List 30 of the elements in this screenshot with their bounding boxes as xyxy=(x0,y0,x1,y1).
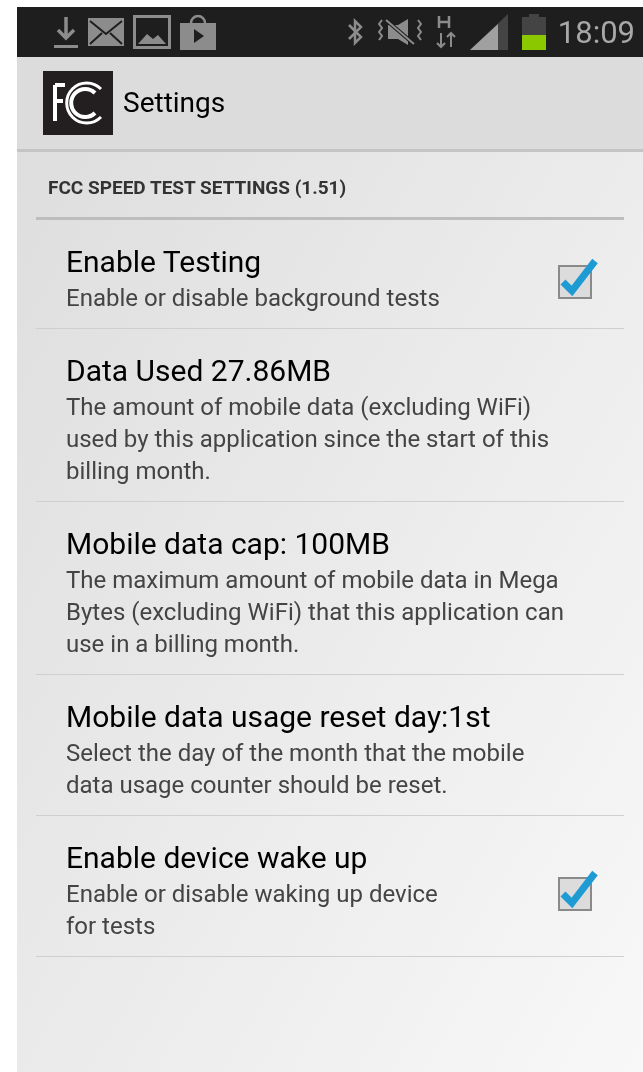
section-header: FCC SPEED TEST SETTINGS (1.51) xyxy=(48,176,347,199)
setting-title: Mobile data usage reset day:1st xyxy=(66,697,492,736)
shopping-bag-icon xyxy=(180,14,216,50)
download-icon xyxy=(53,15,79,49)
app-logo-icon xyxy=(43,71,113,135)
bluetooth-icon xyxy=(345,16,364,48)
setting-row[interactable]: Data Used 27.86MB The amount of mobile data (excluding WiFi) used by this application since the start of this billing month. xyxy=(36,328,624,502)
setting-title: Mobile data cap: 100MB xyxy=(66,524,391,563)
setting-title: Enable Testing xyxy=(66,242,263,281)
setting-row[interactable]: Mobile data usage reset day:1st Select the day of the month that the mobile data usage counter should be reset. xyxy=(36,674,624,816)
network-type-icon xyxy=(435,15,456,49)
setting-row[interactable]: Enable device wake up Enable or disable waking up device for tests xyxy=(36,815,624,957)
screen-title: Settings xyxy=(123,85,226,121)
signal-icon xyxy=(469,14,508,50)
setting-summary: Select the day of the month that the mobile data usage counter should be reset. xyxy=(66,737,526,801)
battery-icon xyxy=(521,14,546,50)
setting-summary: The amount of mobile data (excluding WiFi) used by this application since the start of this billing month. xyxy=(66,391,551,487)
setting-row[interactable]: Mobile data cap: 100MB The maximum amount of mobile data in Mega Bytes (excluding WiFi) that this application can use in a billing month. xyxy=(36,501,624,675)
setting-summary: Enable or disable waking up device for tests xyxy=(66,878,439,942)
setting-summary: The maximum amount of mobile data in Mega Bytes (excluding WiFi) that this application can use in a billing month. xyxy=(66,564,565,660)
setting-title: Data Used 27.86MB xyxy=(66,351,333,390)
setting-title: Enable device wake up xyxy=(66,838,369,877)
image-icon xyxy=(133,15,171,49)
setting-row[interactable]: Enable Testing Enable or disable background tests xyxy=(36,219,624,329)
checkbox[interactable] xyxy=(558,256,598,299)
vibrate-mute-icon xyxy=(377,17,422,47)
mail-icon xyxy=(88,18,124,46)
setting-summary: Enable or disable background tests xyxy=(66,282,441,314)
clock-text: 18:09 xyxy=(557,16,635,48)
checkbox[interactable] xyxy=(558,868,598,911)
